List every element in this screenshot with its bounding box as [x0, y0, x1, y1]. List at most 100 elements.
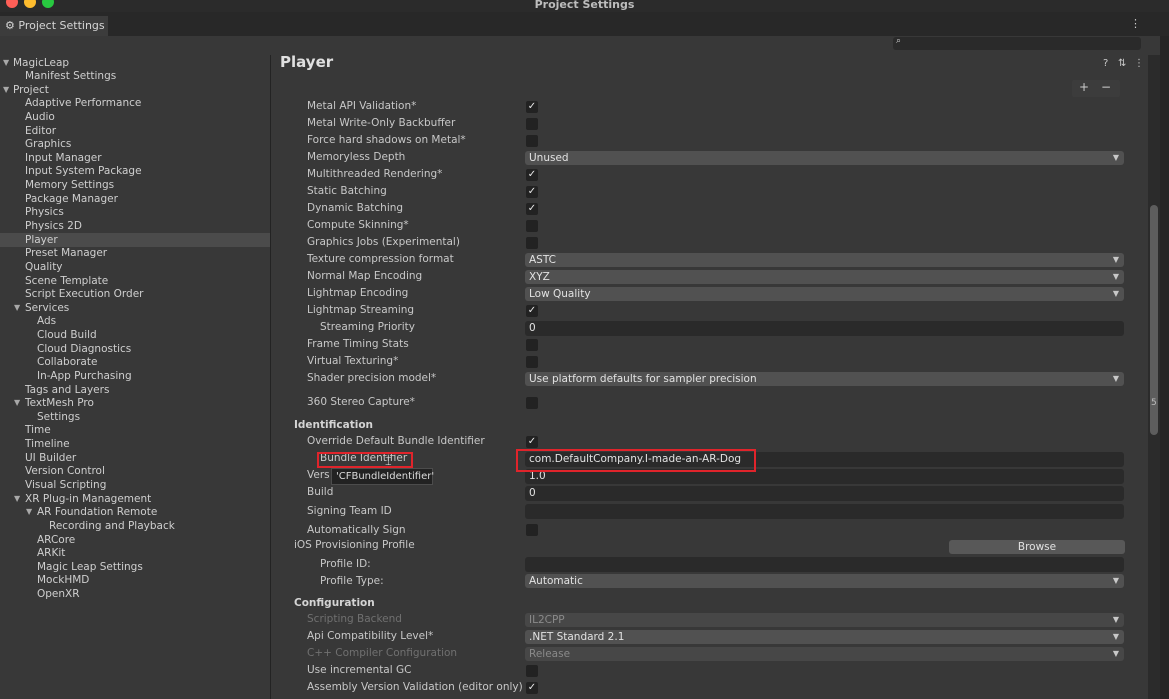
edge-number: 5: [1151, 398, 1157, 408]
graphics-jobs-checkbox[interactable]: [526, 237, 538, 249]
sidebar-item-audio[interactable]: Audio: [0, 110, 270, 124]
sidebar-item-arkit[interactable]: ARKit: [0, 546, 270, 560]
sidebar-item-version-control[interactable]: Version Control: [0, 464, 270, 478]
sidebar-item-package-manager[interactable]: Package Manager: [0, 192, 270, 206]
profile-id-field[interactable]: [525, 557, 1124, 572]
streaming-priority-field[interactable]: 0: [525, 321, 1124, 336]
sidebar-item-magic-leap-settings[interactable]: Magic Leap Settings: [0, 560, 270, 574]
sidebar-item-editor[interactable]: Editor: [0, 124, 270, 138]
tab-menu-icon[interactable]: ⋮: [1130, 17, 1141, 30]
graphics-jobs-label: Graphics Jobs (Experimental): [307, 236, 460, 248]
sidebar-item-project[interactable]: ▼ Project: [0, 83, 270, 97]
sidebar-item-services[interactable]: ▼ Services: [0, 301, 270, 315]
expand-arrow-icon[interactable]: ▼: [3, 83, 9, 97]
sidebar-item-ar-foundation-remote[interactable]: ▼ AR Foundation Remote: [0, 505, 270, 519]
compute-skinning-checkbox[interactable]: [526, 220, 538, 232]
more-menu-icon[interactable]: ⋮: [1134, 58, 1144, 69]
plus-icon[interactable]: +: [1079, 80, 1089, 94]
dynamic-batching-checkbox[interactable]: ✓: [526, 203, 538, 215]
sidebar-item-arcore[interactable]: ARCore: [0, 533, 270, 547]
automatically-sign-checkbox[interactable]: [526, 524, 538, 536]
sidebar-item-timeline[interactable]: Timeline: [0, 437, 270, 451]
minus-icon[interactable]: −: [1101, 80, 1111, 94]
sidebar-item-magicleap[interactable]: ▼ MagicLeap: [0, 56, 270, 70]
bundle-identifier-field-highlight: [516, 449, 756, 472]
dynamic-batching-label: Dynamic Batching: [307, 202, 404, 214]
search-input[interactable]: ⌕: [893, 36, 1141, 50]
expand-arrow-icon[interactable]: ▼: [14, 301, 20, 315]
profile-type-dropdown[interactable]: Automatic ▼: [525, 574, 1124, 588]
stereo-capture-checkbox[interactable]: [526, 397, 538, 409]
virtual-texturing-label: Virtual Texturing*: [307, 355, 399, 367]
force-hard-shadows-label: Force hard shadows on Metal*: [307, 134, 466, 146]
expand-arrow-icon[interactable]: ▼: [14, 396, 20, 410]
normal-map-encoding-dropdown[interactable]: XYZ ▼: [525, 270, 1124, 284]
sidebar-item-cloud-diagnostics[interactable]: Cloud Diagnostics: [0, 342, 270, 356]
cpp-compiler-dropdown: Release ▼: [525, 647, 1124, 661]
texture-compression-dropdown[interactable]: ASTC ▼: [525, 253, 1124, 267]
sidebar-item-openxr[interactable]: OpenXR: [0, 587, 270, 601]
lightmap-encoding-dropdown[interactable]: Low Quality ▼: [525, 287, 1124, 301]
expand-arrow-icon[interactable]: ▼: [14, 492, 20, 506]
sidebar-item-xr-plugin-management[interactable]: ▼ XR Plug-in Management: [0, 492, 270, 506]
frame-timing-stats-label: Frame Timing Stats: [307, 338, 409, 350]
memoryless-depth-dropdown[interactable]: Unused ▼: [525, 151, 1124, 165]
sidebar-item-recording-and-playback[interactable]: Recording and Playback: [0, 519, 270, 533]
sidebar-item-physics[interactable]: Physics: [0, 205, 270, 219]
sidebar-item-in-app-purchasing[interactable]: In-App Purchasing: [0, 369, 270, 383]
dropdown-arrow-icon: ▼: [1112, 272, 1119, 281]
page-title: Player: [280, 55, 334, 71]
sidebar-item-ads[interactable]: Ads: [0, 314, 270, 328]
main-scrollbar[interactable]: [1148, 55, 1160, 699]
override-bundle-checkbox[interactable]: ✓: [526, 436, 538, 448]
sidebar-item-memory-settings[interactable]: Memory Settings: [0, 178, 270, 192]
metal-write-only-checkbox[interactable]: [526, 118, 538, 130]
sidebar-item-cloud-build[interactable]: Cloud Build: [0, 328, 270, 342]
presets-icon[interactable]: ⇅: [1118, 58, 1126, 69]
static-batching-checkbox[interactable]: ✓: [526, 186, 538, 198]
sidebar-item-time[interactable]: Time: [0, 423, 270, 437]
lightmap-streaming-checkbox[interactable]: ✓: [526, 305, 538, 317]
assembly-validation-checkbox[interactable]: ✓: [526, 682, 538, 694]
tab-project-settings[interactable]: ⚙ Project Settings: [0, 16, 108, 36]
dropdown-arrow-icon: ▼: [1112, 153, 1119, 162]
sidebar-item-collaborate[interactable]: Collaborate: [0, 355, 270, 369]
api-compatibility-dropdown[interactable]: .NET Standard 2.1 ▼: [525, 630, 1124, 644]
sidebar-item-graphics[interactable]: Graphics: [0, 137, 270, 151]
shader-precision-dropdown[interactable]: Use platform defaults for sampler precis…: [525, 372, 1124, 386]
expand-arrow-icon[interactable]: ▼: [3, 56, 9, 70]
sidebar-item-manifest-settings[interactable]: Manifest Settings: [0, 69, 270, 83]
sidebar-item-ui-builder[interactable]: UI Builder: [0, 451, 270, 465]
multithreaded-rendering-label: Multithreaded Rendering*: [307, 168, 443, 180]
sidebar-item-textmesh-settings[interactable]: Settings: [0, 410, 270, 424]
sidebar-item-tags-and-layers[interactable]: Tags and Layers: [0, 383, 270, 397]
build-field[interactable]: 0: [525, 486, 1124, 501]
sidebar-item-visual-scripting[interactable]: Visual Scripting: [0, 478, 270, 492]
sidebar-item-quality[interactable]: Quality: [0, 260, 270, 274]
ios-provisioning-label: iOS Provisioning Profile: [294, 539, 415, 551]
multithreaded-rendering-checkbox[interactable]: ✓: [526, 169, 538, 181]
sidebar-item-mockhmd[interactable]: MockHMD: [0, 573, 270, 587]
sidebar-item-player[interactable]: Player: [0, 233, 270, 247]
frame-timing-stats-checkbox[interactable]: [526, 339, 538, 351]
sidebar-item-physics-2d[interactable]: Physics 2D: [0, 219, 270, 233]
sidebar-item-input-manager[interactable]: Input Manager: [0, 151, 270, 165]
incremental-gc-checkbox[interactable]: [526, 665, 538, 677]
sidebar-item-adaptive-performance[interactable]: Adaptive Performance: [0, 96, 270, 110]
signing-team-id-field[interactable]: [525, 504, 1124, 519]
help-icon[interactable]: ?: [1103, 58, 1108, 69]
sidebar-item-preset-manager[interactable]: Preset Manager: [0, 246, 270, 260]
lightmap-streaming-label: Lightmap Streaming: [307, 304, 415, 316]
browse-button[interactable]: Browse: [949, 540, 1125, 554]
override-bundle-label: Override Default Bundle Identifier: [307, 435, 485, 447]
sidebar-item-input-system-package[interactable]: Input System Package: [0, 164, 270, 178]
expand-arrow-icon[interactable]: ▼: [26, 505, 32, 519]
sidebar-item-textmesh-pro[interactable]: ▼ TextMesh Pro: [0, 396, 270, 410]
incremental-gc-label: Use incremental GC: [307, 664, 412, 676]
sidebar-item-script-execution-order[interactable]: Script Execution Order: [0, 287, 270, 301]
virtual-texturing-checkbox[interactable]: [526, 356, 538, 368]
metal-api-validation-checkbox[interactable]: ✓: [526, 101, 538, 113]
automatically-sign-label: Automatically Sign: [307, 524, 406, 536]
force-hard-shadows-checkbox[interactable]: [526, 135, 538, 147]
sidebar-item-scene-template[interactable]: Scene Template: [0, 274, 270, 288]
